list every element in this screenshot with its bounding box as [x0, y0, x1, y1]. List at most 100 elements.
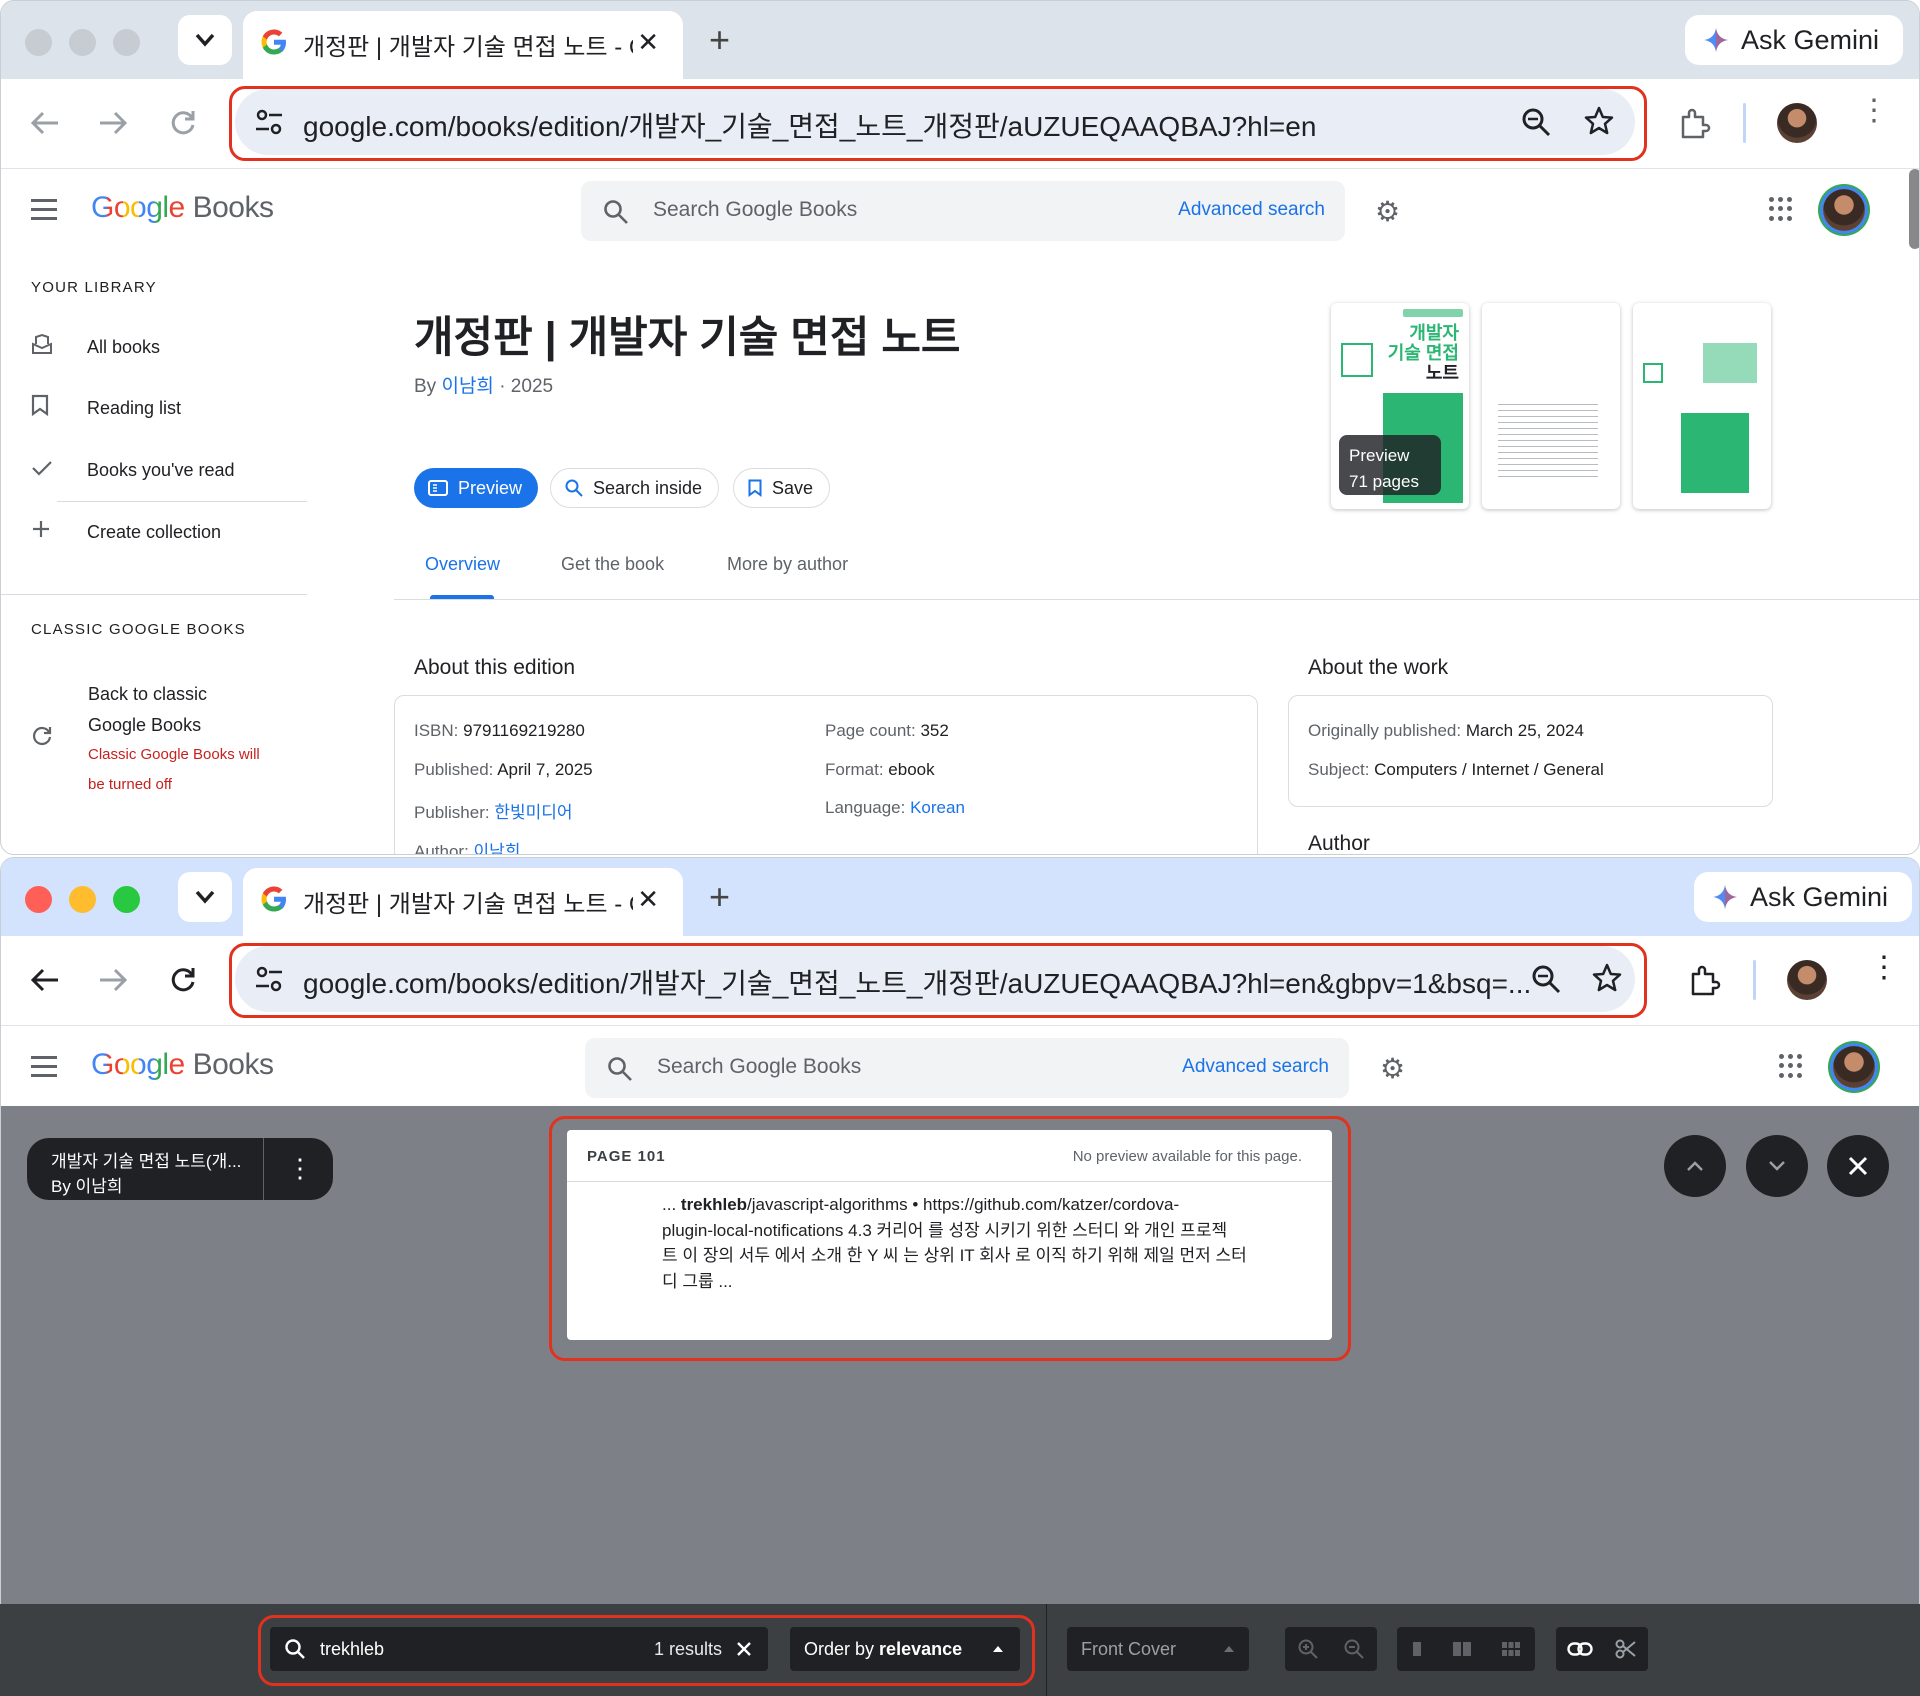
publisher-link[interactable]: 한빛미디어 — [494, 803, 572, 822]
search-placeholder: Search Google Books — [657, 1055, 862, 1078]
book-info-chip[interactable]: 개발자 기술 면접 노트(개... By 이남희 ⋮ — [27, 1138, 333, 1200]
main-menu-icon[interactable] — [31, 199, 57, 226]
tabs-divider — [394, 599, 1919, 600]
extensions-icon[interactable] — [1687, 964, 1721, 998]
previous-result-button[interactable] — [1664, 1135, 1726, 1197]
main-menu-icon[interactable] — [31, 1056, 57, 1083]
back-button[interactable] — [25, 960, 65, 1000]
search-inside-label: Search inside — [593, 477, 703, 498]
books-search-box[interactable]: Search Google Books Advanced search — [585, 1038, 1349, 1098]
preview-pages-badge: Preview 71 pages — [1339, 435, 1441, 495]
zoom-in-icon[interactable] — [1297, 1638, 1319, 1660]
chip-more-icon[interactable]: ⋮ — [287, 1154, 313, 1182]
tab-get-the-book[interactable]: Get the book — [561, 554, 664, 575]
book-title: 개정판 | 개발자 기술 면접 노트 — [414, 314, 961, 362]
ask-gemini-button[interactable]: Ask Gemini — [1685, 15, 1904, 65]
cover-thumbnail[interactable]: 개발자 기술 면접 노트 Preview 71 pages — [1331, 303, 1469, 509]
subject-value: Computers / Internet / General — [1374, 760, 1604, 779]
close-tab-icon[interactable]: ✕ — [637, 884, 659, 915]
thumbnail-grid-icon[interactable] — [1501, 1641, 1521, 1657]
sidebar-item-create-collection[interactable]: Create collection — [31, 512, 221, 552]
settings-gear-icon[interactable]: ⚙ — [1375, 195, 1400, 228]
scissors-icon[interactable] — [1615, 1638, 1637, 1660]
tab-search-button[interactable] — [178, 15, 232, 65]
google-apps-icon[interactable] — [1779, 1054, 1803, 1078]
advanced-search-link[interactable]: Advanced search — [1178, 199, 1325, 221]
reload-button[interactable] — [163, 960, 203, 1000]
tab-strip: 개정판 | 개발자 기술 면접 노트 - G ✕ + Ask Gemini — [1, 858, 1919, 936]
tab-overview[interactable]: Overview — [425, 554, 500, 575]
advanced-search-link[interactable]: Advanced search — [1182, 1056, 1329, 1078]
close-viewer-button[interactable] — [1827, 1135, 1889, 1197]
zoom-out-icon[interactable] — [1343, 1638, 1365, 1660]
arrow-left-icon — [30, 111, 58, 135]
window-minimize-button[interactable] — [69, 886, 96, 913]
save-button[interactable]: Save — [733, 468, 831, 508]
window-zoom-button[interactable] — [113, 29, 140, 56]
window-close-button[interactable] — [25, 886, 52, 913]
caret-up-icon — [1224, 1646, 1234, 1652]
link-icon[interactable] — [1567, 1641, 1593, 1657]
google-books-header: Google Books Search Google Books Advance… — [1, 1026, 1919, 1106]
language-link[interactable]: Korean — [910, 798, 965, 817]
next-result-button[interactable] — [1746, 1135, 1808, 1197]
plus-icon — [31, 519, 87, 545]
sidebar-item-all-books[interactable]: All books — [31, 327, 160, 367]
sidebar-divider — [57, 501, 307, 502]
tab-search-button[interactable] — [178, 872, 232, 922]
forward-button[interactable] — [93, 960, 133, 1000]
search-icon — [604, 200, 628, 224]
page-thumbnail-3[interactable] — [1633, 303, 1771, 509]
account-avatar[interactable] — [1833, 1046, 1875, 1088]
active-tab[interactable]: 개정판 | 개발자 기술 면접 노트 - G ✕ — [243, 11, 683, 79]
new-tab-button[interactable]: + — [709, 19, 730, 61]
settings-gear-icon[interactable]: ⚙ — [1380, 1052, 1405, 1085]
tab-more-by-author[interactable]: More by author — [727, 554, 848, 575]
author-value-link[interactable]: 이남희 — [474, 842, 521, 854]
window-minimize-button[interactable] — [69, 29, 96, 56]
google-books-logo[interactable]: Google Books — [91, 191, 274, 225]
two-page-icon[interactable] — [1452, 1641, 1472, 1657]
back-button[interactable] — [25, 103, 65, 143]
sidebar-item-reading-list[interactable]: Reading list — [31, 388, 181, 428]
new-tab-button[interactable]: + — [709, 876, 730, 918]
ask-gemini-label: Ask Gemini — [1750, 881, 1889, 912]
forward-button[interactable] — [93, 103, 133, 143]
orig-value: March 25, 2024 — [1465, 721, 1584, 740]
account-avatar[interactable] — [1823, 189, 1865, 231]
front-cover-dropdown[interactable]: Front Cover — [1067, 1627, 1249, 1671]
bookmark-icon — [31, 394, 87, 422]
active-tab[interactable]: 개정판 | 개발자 기술 면접 노트 - G ✕ — [243, 868, 683, 936]
ask-gemini-label: Ask Gemini — [1741, 24, 1880, 55]
back-to-classic-link[interactable]: Back to classic Google Books Classic Goo… — [88, 679, 260, 800]
logo-books: Books — [192, 1048, 274, 1081]
published-key: Published: — [414, 760, 498, 779]
gemini-sparkle-icon — [1713, 885, 1737, 909]
preview-button[interactable]: Preview — [414, 468, 539, 508]
preview-label: Preview — [458, 477, 523, 498]
window-zoom-button[interactable] — [113, 886, 140, 913]
google-books-header: Google Books Search Google Books Advance… — [1, 169, 1919, 249]
ask-gemini-button[interactable]: Ask Gemini — [1694, 872, 1913, 922]
originally-published-row: Originally published: March 25, 2024 — [1308, 721, 1584, 741]
close-tab-icon[interactable]: ✕ — [637, 27, 659, 58]
profile-avatar[interactable] — [1777, 103, 1817, 143]
check-icon — [31, 457, 87, 483]
about-work-heading: About the work — [1308, 656, 1449, 679]
sidebar-item-books-read[interactable]: Books you've read — [31, 450, 235, 490]
reload-button[interactable] — [163, 103, 203, 143]
books-search-box[interactable]: Search Google Books Advanced search — [581, 181, 1345, 241]
profile-avatar[interactable] — [1787, 960, 1827, 1000]
reload-icon — [171, 968, 195, 992]
search-inside-button[interactable]: Search inside — [550, 468, 720, 508]
page-scrollbar[interactable] — [1909, 169, 1919, 249]
google-apps-icon[interactable] — [1769, 197, 1793, 221]
page-thumbnail-2[interactable] — [1482, 303, 1620, 509]
single-page-icon[interactable] — [1411, 1641, 1423, 1657]
extensions-icon[interactable] — [1677, 107, 1711, 141]
window-close-button[interactable] — [25, 29, 52, 56]
browser-menu-icon[interactable]: ⋮ — [1869, 953, 1899, 983]
browser-menu-icon[interactable]: ⋮ — [1859, 96, 1889, 126]
google-books-logo[interactable]: Google Books — [91, 1048, 274, 1082]
author-link[interactable]: 이남희 — [441, 376, 493, 397]
